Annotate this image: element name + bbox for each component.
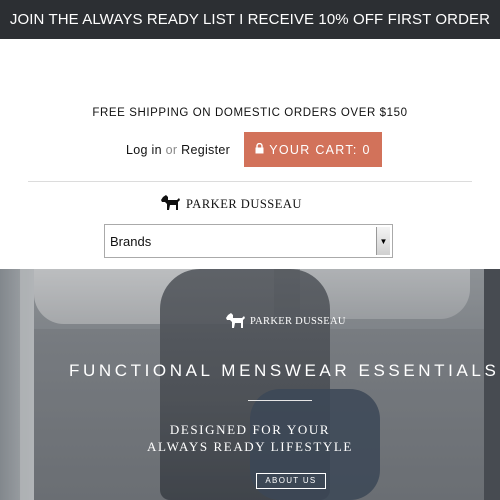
hero-subline-2: ALWAYS READY LIFESTYLE [147,439,353,454]
register-link[interactable]: Register [181,143,230,157]
brand-name: PARKER DUSSEAU [186,196,302,211]
dog-logo-icon [160,193,182,215]
cart-label: YOUR CART: 0 [269,142,371,157]
login-link[interactable]: Log in [126,143,162,157]
about-us-button[interactable]: ABOUT US [256,473,326,489]
chevron-down-icon[interactable]: ▼ [376,227,390,255]
header-divider [28,181,472,182]
select-value: Brands [110,234,152,249]
hero-logo-text: PARKER DUSSEAU [250,316,346,327]
hero-banner: PARKER DUSSEAU FUNCTIONAL MENSWEAR ESSEN… [0,269,500,500]
cart-button[interactable]: YOUR CART: 0 [244,132,382,167]
account-links: Log in or Register [126,143,230,157]
lock-icon [255,142,264,157]
dog-logo-icon [225,311,247,332]
shipping-notice: FREE SHIPPING ON DOMESTIC ORDERS OVER $1… [92,107,408,119]
hero-subline-1: DESIGNED FOR YOUR [169,422,331,437]
promo-banner[interactable]: JOIN THE ALWAYS READY LIST I RECEIVE 10%… [0,0,500,39]
brand-logo[interactable]: PARKER DUSSEAU [160,193,302,215]
hero-logo: PARKER DUSSEAU [225,311,346,332]
hero-overlay [0,269,500,500]
hero-headline: FUNCTIONAL MENSWEAR ESSENTIALS [69,361,500,380]
brands-select[interactable]: Brands ▼ [104,224,393,258]
hero-rule [248,400,312,401]
hero-subheading: DESIGNED FOR YOUR ALWAYS READY LIFESTYLE [0,421,500,455]
or-text: or [165,143,178,157]
